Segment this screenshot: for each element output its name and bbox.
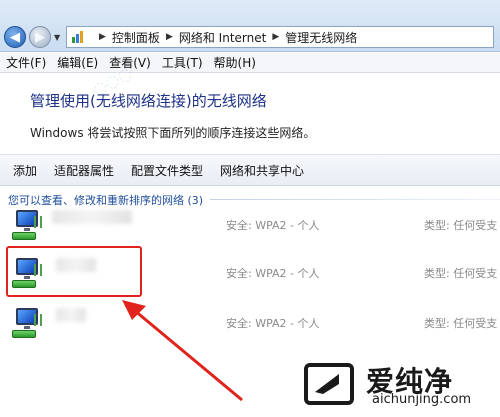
network-type: 类型: 任何受支 [424,267,498,280]
profile-types-button[interactable]: 配置文件类型 [131,162,203,179]
breadcrumb-manage-wireless[interactable]: 管理无线网络 [285,29,357,46]
command-bar: 添加 适配器属性 配置文件类型 网络和共享中心 [0,154,500,186]
adapter-properties-button[interactable]: 适配器属性 [54,162,114,179]
chevron-right-icon: ▶ [165,32,173,42]
add-button[interactable]: 添加 [13,162,37,179]
network-row[interactable]: 安全: WPA2 - 个人 类型: 任何受支 [0,204,500,252]
annotation-highlight-box [6,246,142,297]
annotation-arrow-icon [122,300,243,402]
breadcrumb-network-internet[interactable]: 网络和 Internet [179,29,266,46]
network-type: 类型: 任何受支 [424,317,498,330]
network-sharing-center-button[interactable]: 网络和共享中心 [220,162,304,179]
page-title: 管理使用(无线网络连接)的无线网络 [30,92,267,110]
breadcrumb-control-panel[interactable]: 控制面板 [112,29,160,46]
watermark-logo-icon [304,363,354,405]
forward-button[interactable]: ▶ [29,26,51,48]
back-button[interactable]: ◀ [4,26,26,48]
address-bar[interactable]: ▶ 控制面板 ▶ 网络和 Internet ▶ 管理无线网络 [66,26,494,48]
chevron-right-icon: ▶ [99,32,106,42]
network-security: 安全: WPA2 - 个人 [226,219,320,232]
wireless-network-icon [12,306,42,340]
menu-help[interactable]: 帮助(H) [214,54,256,71]
network-security: 安全: WPA2 - 个人 [226,267,320,280]
watermark-url: aichunjing.com [372,392,472,407]
wireless-network-icon [12,208,42,242]
network-name-blurred [52,210,132,224]
history-dropdown-icon[interactable]: ▼ [54,33,60,42]
network-type: 类型: 任何受支 [424,219,498,232]
menu-tools[interactable]: 工具(T) [162,54,203,71]
menu-bar: 文件(F) 编辑(E) 查看(V) 工具(T) 帮助(H) [0,53,500,73]
page-description: Windows 将尝试按照下面所列的顺序连接这些网络。 [30,126,316,140]
menu-file[interactable]: 文件(F) [6,54,46,71]
network-name-blurred [56,308,86,322]
group-divider [210,199,500,200]
menu-edit[interactable]: 编辑(E) [57,54,98,71]
chevron-right-icon: ▶ [272,32,280,42]
control-panel-icon [71,30,87,44]
navigation-bar: ◀ ▶ ▼ ▶ 控制面板 ▶ 网络和 Internet ▶ 管理无线网络 [0,0,500,52]
